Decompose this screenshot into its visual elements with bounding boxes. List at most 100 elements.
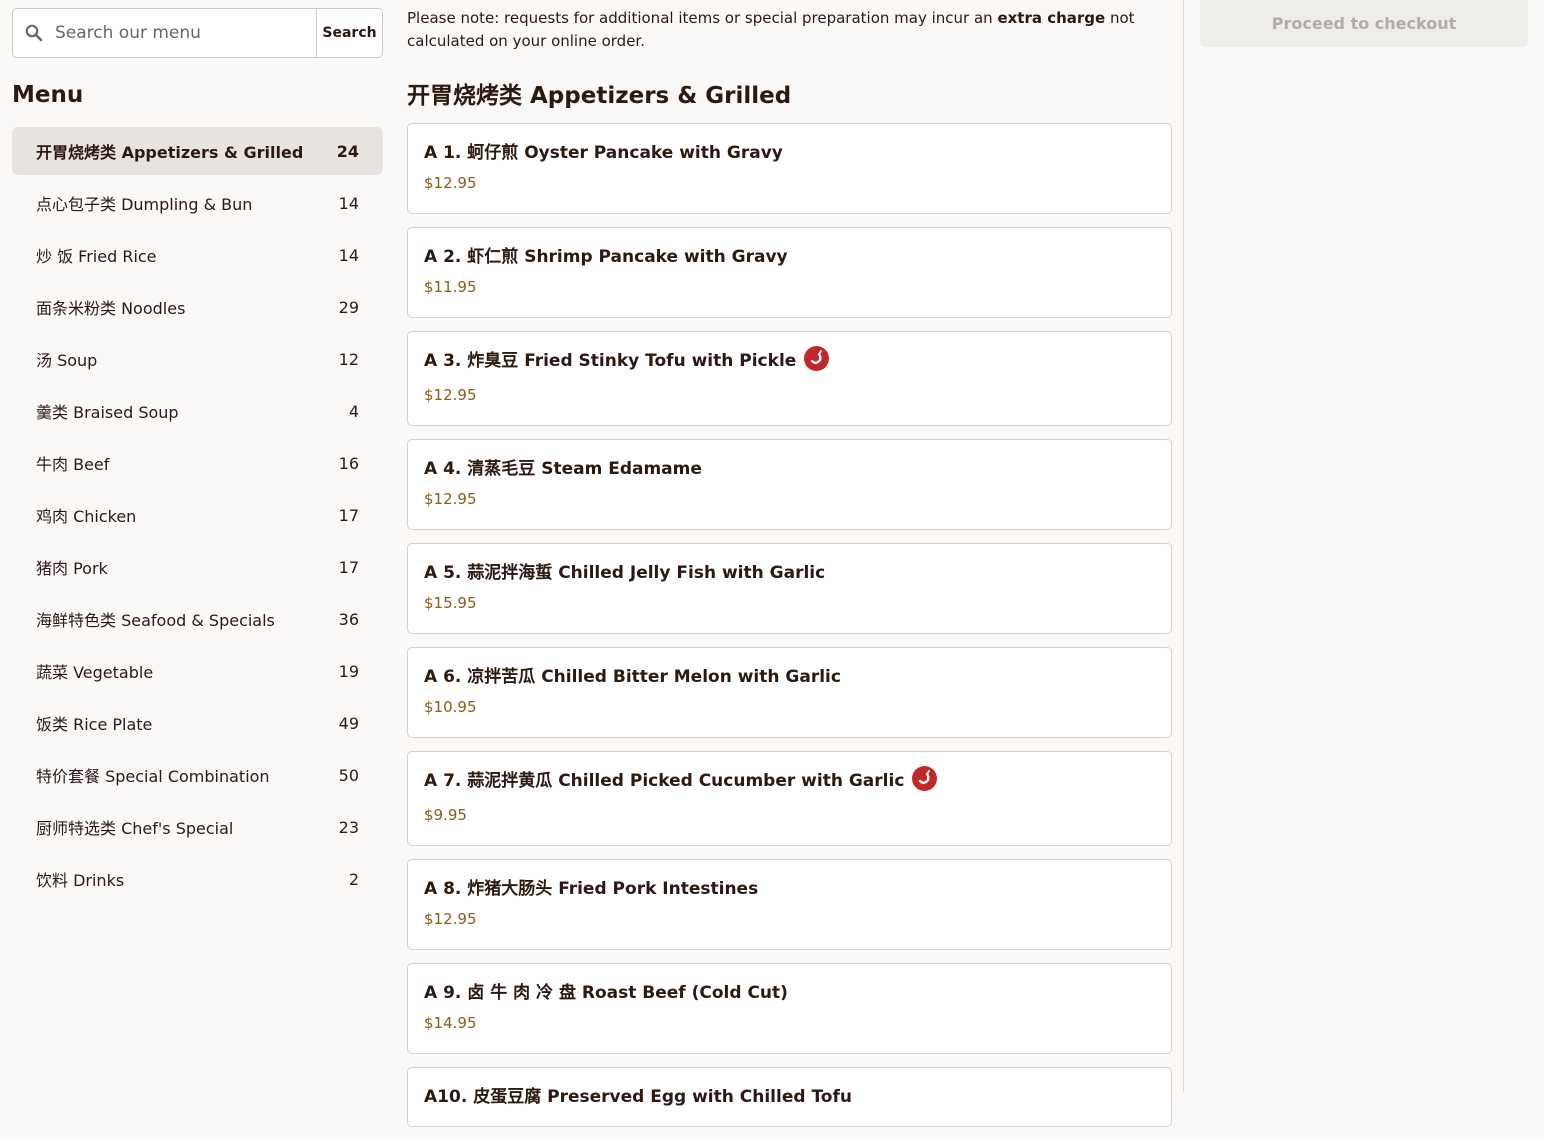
sidebar-category-item[interactable]: 特价套餐 Special Combination 50 <box>12 751 383 799</box>
menu-item-card[interactable]: A 6. 凉拌苦瓜 Chilled Bitter Melon with Garl… <box>407 647 1172 738</box>
category-label: 蔬菜 Vegetable <box>36 663 154 682</box>
menu-item-price: $12.95 <box>424 490 477 508</box>
menu-item-name: A 9. 卤 牛 肉 冷 盘 Roast Beef (Cold Cut) <box>424 979 1155 1003</box>
menu-item-name: A 6. 凉拌苦瓜 Chilled Bitter Melon with Garl… <box>424 663 1155 687</box>
menu-item-name-text: A 3. 炸臭豆 Fried Stinky Tofu with Pickle <box>424 350 797 371</box>
category-label: 厨师特选类 Chef's Special <box>36 819 234 838</box>
menu-item-card[interactable]: A 2. 虾仁煎 Shrimp Pancake with Gravy $11.95 <box>407 227 1172 318</box>
menu-item-name: A10. 皮蛋豆腐 Preserved Egg with Chilled Tof… <box>424 1083 1155 1107</box>
column-divider <box>1183 0 1184 1092</box>
sidebar-category-item[interactable]: 鸡肉 Chicken 17 <box>12 491 383 539</box>
menu-item-card[interactable]: A 4. 清蒸毛豆 Steam Edamame $12.95 <box>407 439 1172 530</box>
category-count: 17 <box>338 505 359 525</box>
menu-item-name-text: A 9. 卤 牛 肉 冷 盘 Roast Beef (Cold Cut) <box>424 982 788 1003</box>
category-label: 点心包子类 Dumpling & Bun <box>36 195 253 214</box>
menu-item-name-text: A 8. 炸猪大肠头 Fried Pork Intestines <box>424 878 759 899</box>
category-count: 2 <box>348 869 359 889</box>
menu-item-name: A 3. 炸臭豆 Fried Stinky Tofu with Pickle <box>424 345 1155 371</box>
category-label: 海鲜特色类 Seafood & Specials <box>36 611 275 630</box>
category-label: 特价套餐 Special Combination <box>36 767 270 786</box>
order-note-emphasis: extra charge <box>997 9 1106 27</box>
sidebar-category-item[interactable]: 厨师特选类 Chef's Special 23 <box>12 803 383 851</box>
order-note: Please note: requests for additional ite… <box>407 7 1172 53</box>
category-count: 24 <box>336 141 359 161</box>
category-label: 羹类 Braised Soup <box>36 403 179 422</box>
sidebar-category-item[interactable]: 猪肉 Pork 17 <box>12 543 383 591</box>
menu-item-price: $15.95 <box>424 594 477 612</box>
menu-item-name: A 1. 蚵仔煎 Oyster Pancake with Gravy <box>424 139 1155 163</box>
category-count: 29 <box>338 297 359 317</box>
category-count: 4 <box>348 401 359 421</box>
menu-item-name-text: A 6. 凉拌苦瓜 Chilled Bitter Melon with Garl… <box>424 666 841 687</box>
menu-item-price: $11.95 <box>424 278 477 296</box>
category-label: 猪肉 Pork <box>36 559 108 578</box>
sidebar-category-item[interactable]: 开胃烧烤类 Appetizers & Grilled 24 <box>12 127 383 175</box>
menu-item-card[interactable]: A 5. 蒜泥拌海蜇 Chilled Jelly Fish with Garli… <box>407 543 1172 634</box>
category-list: 开胃烧烤类 Appetizers & Grilled 24 点心包子类 Dumpli… <box>12 127 383 907</box>
menu-item-name-text: A 2. 虾仁煎 Shrimp Pancake with Gravy <box>424 246 788 267</box>
category-count: 36 <box>338 609 359 629</box>
sidebar-category-item[interactable]: 面条米粉类 Noodles 29 <box>12 283 383 331</box>
sidebar-category-item[interactable]: 饮料 Drinks 2 <box>12 855 383 903</box>
sidebar-category-item[interactable]: 炒 饭 Fried Rice 14 <box>12 231 383 279</box>
menu-title: Menu <box>12 82 84 108</box>
menu-item-card[interactable]: A 8. 炸猪大肠头 Fried Pork Intestines $12.95 <box>407 859 1172 950</box>
menu-item-name: A 5. 蒜泥拌海蜇 Chilled Jelly Fish with Garli… <box>424 559 1155 583</box>
sidebar-category-item[interactable]: 饭类 Rice Plate 49 <box>12 699 383 747</box>
sidebar: Search Menu 开胃烧烤类 Appetizers & Grilled24… <box>0 0 395 1092</box>
search-input[interactable] <box>55 9 316 57</box>
sidebar-category-item[interactable]: 点心包子类 Dumpling & Bun 14 <box>12 179 383 227</box>
category-label: 牛肉 Beef <box>36 455 110 474</box>
category-label: 开胃烧烤类 Appetizers & Grilled <box>36 143 304 162</box>
search-icon <box>13 9 55 57</box>
category-count: 17 <box>338 557 359 577</box>
category-label: 饭类 Rice Plate <box>36 715 153 734</box>
menu-item-card[interactable]: A 1. 蚵仔煎 Oyster Pancake with Gravy $12.95 <box>407 123 1172 214</box>
category-label: 饮料 Drinks <box>36 871 125 890</box>
menu-item-name-text: A 4. 清蒸毛豆 Steam Edamame <box>424 458 702 479</box>
search-button[interactable]: Search <box>316 9 382 57</box>
category-label: 面条米粉类 Noodles <box>36 299 186 318</box>
menu-item-name: A 2. 虾仁煎 Shrimp Pancake with Gravy <box>424 243 1155 267</box>
sidebar-category-item[interactable]: 羹类 Braised Soup 4 <box>12 387 383 435</box>
category-count: 50 <box>338 765 359 785</box>
menu-item-price: $10.95 <box>424 698 477 716</box>
order-note-text: Please note: requests for additional ite… <box>407 9 998 27</box>
menu-item-price: $9.95 <box>424 806 467 824</box>
sidebar-category-item[interactable]: 海鲜特色类 Seafood & Specials 36 <box>12 595 383 643</box>
category-count: 49 <box>338 713 359 733</box>
menu-item-price: $12.95 <box>424 910 477 928</box>
section-title: 开胃烧烤类 Appetizers & Grilled <box>407 83 792 109</box>
chili-pepper-icon <box>804 345 830 371</box>
category-count: 12 <box>338 349 359 369</box>
chili-pepper-icon <box>912 765 938 791</box>
category-count: 16 <box>338 453 359 473</box>
menu-item-name-text: A 7. 蒜泥拌黄瓜 Chilled Picked Cucumber with … <box>424 770 905 791</box>
sidebar-category-item[interactable]: 牛肉 Beef 16 <box>12 439 383 487</box>
category-count: 23 <box>338 817 359 837</box>
menu-item-price: $12.95 <box>424 386 477 404</box>
category-count: 14 <box>338 245 359 265</box>
menu-item-price: $14.95 <box>424 1014 477 1032</box>
menu-item-name: A 7. 蒜泥拌黄瓜 Chilled Picked Cucumber with … <box>424 765 1155 791</box>
menu-item-card[interactable]: A 3. 炸臭豆 Fried Stinky Tofu with Pickle $1… <box>407 331 1172 426</box>
menu-item-price: $12.95 <box>424 174 477 192</box>
menu-item-name-text: A 1. 蚵仔煎 Oyster Pancake with Gravy <box>424 142 783 163</box>
category-count: 19 <box>338 661 359 681</box>
menu-item-name: A 4. 清蒸毛豆 Steam Edamame <box>424 455 1155 479</box>
search-box: Search <box>12 8 383 58</box>
proceed-to-checkout-button[interactable]: Proceed to checkout <box>1200 0 1528 47</box>
sidebar-category-item[interactable]: 汤 Soup 12 <box>12 335 383 383</box>
sidebar-category-item[interactable]: 蔬菜 Vegetable 19 <box>12 647 383 695</box>
category-label: 汤 Soup <box>36 351 98 370</box>
item-list: A 1. 蚵仔煎 Oyster Pancake with Gravy $12.95… <box>407 123 1172 1140</box>
menu-item-card[interactable]: A 9. 卤 牛 肉 冷 盘 Roast Beef (Cold Cut) $14.… <box>407 963 1172 1054</box>
menu-item-name-text: A 5. 蒜泥拌海蜇 Chilled Jelly Fish with Garli… <box>424 562 826 583</box>
menu-item-card[interactable]: A 7. 蒜泥拌黄瓜 Chilled Picked Cucumber with … <box>407 751 1172 846</box>
category-label: 炒 饭 Fried Rice <box>36 247 157 266</box>
category-count: 14 <box>338 193 359 213</box>
menu-item-name: A 8. 炸猪大肠头 Fried Pork Intestines <box>424 875 1155 899</box>
menu-item-card[interactable]: A10. 皮蛋豆腐 Preserved Egg with Chilled Tof… <box>407 1067 1172 1127</box>
category-label: 鸡肉 Chicken <box>36 507 137 526</box>
menu-item-name-text: A10. 皮蛋豆腐 Preserved Egg with Chilled Tof… <box>424 1086 852 1107</box>
